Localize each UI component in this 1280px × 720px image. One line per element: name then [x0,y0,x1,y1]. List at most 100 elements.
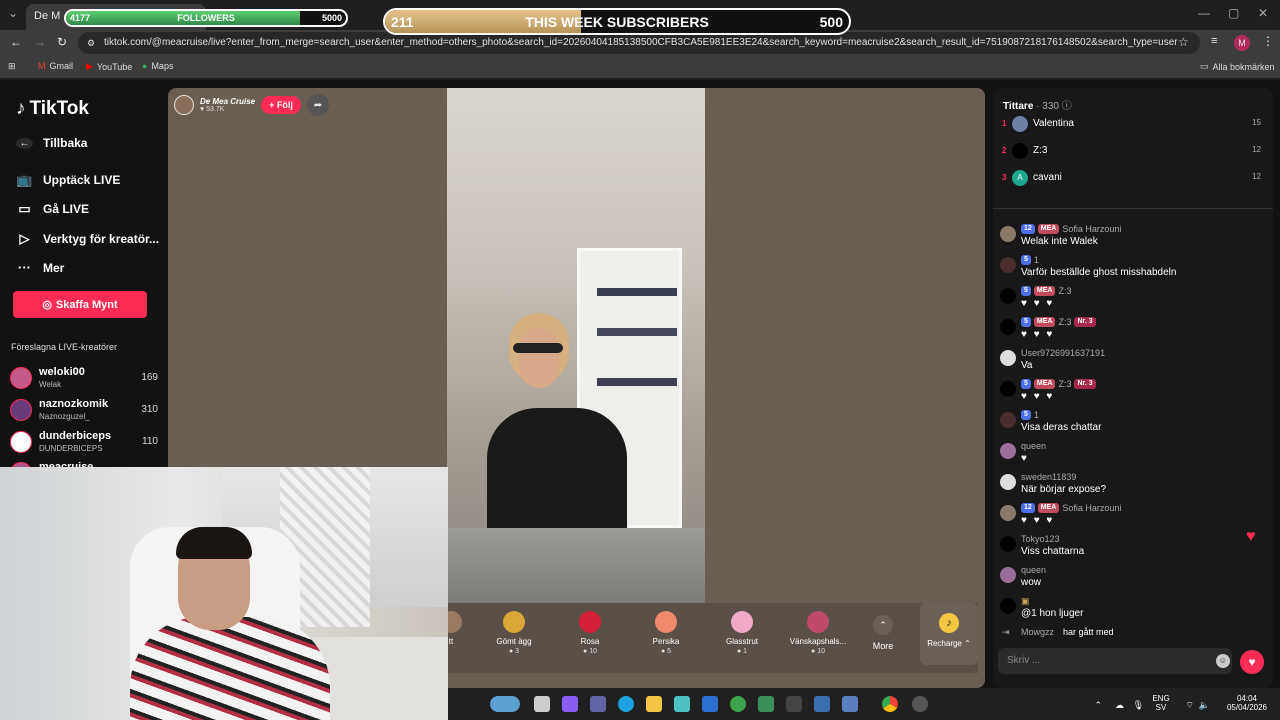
avatar[interactable] [1000,381,1016,397]
back-icon[interactable]: ← [10,35,22,49]
menu-icon[interactable]: ⋮ [1262,34,1274,48]
share-icon[interactable]: ➦ [306,94,329,116]
photos-icon[interactable] [814,696,830,712]
avatar[interactable] [1000,350,1016,366]
profile-avatar[interactable]: M [1234,35,1250,51]
reload-icon[interactable]: ↻ [57,35,67,49]
teams-icon[interactable] [590,696,606,712]
app-icon[interactable] [758,696,774,712]
tiktok-logo[interactable]: ♪ TikTok [16,98,89,120]
bookmark-star-icon[interactable]: ☆ [1178,35,1189,49]
language-indicator[interactable]: ENG SV [1150,694,1172,712]
avatar[interactable] [1000,412,1016,428]
bookmark-gmail[interactable]: M Gmail [38,61,73,71]
avatar[interactable] [1000,288,1016,304]
reading-list-icon[interactable]: ≡ [1211,35,1217,47]
back-arrow-icon: ← [16,137,33,149]
follow-button[interactable]: + Följ [261,96,301,114]
chat-username[interactable]: User9726991637191 [1021,348,1105,358]
gift-item[interactable]: Rosa ● 10 [557,611,623,655]
creator-item[interactable]: dunderbiceps DUNDERBICEPS 110 [10,429,160,457]
chat-username[interactable]: Mowgzz [1021,627,1054,637]
nav-more[interactable]: ··· Mer [16,260,64,275]
forward-icon[interactable]: → [34,35,46,49]
close-window-icon[interactable]: ✕ [1258,6,1268,20]
weather-widget-icon[interactable] [490,696,520,712]
volume-icon[interactable]: 🔈 [1199,700,1210,711]
security-icon[interactable] [730,696,746,712]
more-gifts-button[interactable]: ⌃ More [868,615,898,651]
chat-username[interactable]: 1 [1034,410,1039,420]
cloud-icon[interactable]: ☁ [1115,700,1124,711]
copilot-icon[interactable] [562,696,578,712]
avatar[interactable] [1000,226,1016,242]
all-bookmarks[interactable]: ▭ Alla bokmärken [1200,61,1275,72]
minimize-icon[interactable]: — [1198,6,1210,20]
chat-username[interactable]: queen [1021,441,1046,451]
chat-username[interactable]: Sofia Harzouni [1062,224,1121,234]
top-viewer-row[interactable]: 3 A cavani 12 [993,167,1273,191]
stream-video[interactable] [447,88,705,603]
like-heart-button[interactable]: ♥ [1240,650,1264,674]
clock[interactable]: 04:04 05/04/2026 [1222,694,1272,712]
chat-username[interactable]: Sofia Harzouni [1062,503,1121,513]
mail-icon[interactable] [702,696,718,712]
avatar[interactable] [1000,474,1016,490]
chat-input[interactable]: Skriv ... ☺ [998,648,1232,674]
info-icon[interactable]: ⓘ [1062,101,1072,112]
creator-item[interactable]: weloki00 Welak 169 [10,365,160,393]
app-icon[interactable] [842,696,858,712]
chat-username[interactable]: Tokyo123 [1021,534,1060,544]
chat-username[interactable]: Z:3 [1058,317,1071,327]
wifi-icon[interactable]: ⌔ [1186,700,1194,711]
bookmark-maps[interactable]: ● Maps [142,61,173,71]
host-avatar[interactable] [174,95,194,115]
avatar[interactable] [1000,536,1016,552]
bookmark-youtube[interactable]: ▶ YouTube [86,61,132,72]
obs-icon[interactable] [912,696,928,712]
chat-username[interactable]: Z:3 [1058,286,1071,296]
chat-username[interactable]: queen [1021,565,1046,575]
nav-explore-live[interactable]: 📺 Upptäck LIVE [16,172,120,188]
nav-go-live[interactable]: ▭ Gå LIVE [16,201,89,217]
avatar[interactable] [1000,443,1016,459]
emoji-icon[interactable]: ☺ [1216,654,1230,668]
address-bar[interactable]: ⚙ tiktok.com/@meacruise/live?enter_from_… [78,32,1200,54]
avatar[interactable] [1000,505,1016,521]
back-link[interactable]: ← Tillbaka [16,136,87,150]
chat-username[interactable]: Z:3 [1058,379,1071,389]
top-viewer-row[interactable]: 2 Z:3 12 [993,140,1273,164]
tab-search-icon[interactable]: ⌄ [8,6,18,20]
chrome-icon[interactable] [882,696,898,712]
chat-username[interactable]: sweden11839 [1021,472,1076,482]
bookmarks-bar: ⊞ M Gmail ▶ YouTube ● Maps ▭ Alla bokmärken [0,56,1280,78]
avatar[interactable] [1000,257,1016,273]
avatar[interactable] [1000,567,1016,583]
app-icon[interactable] [786,696,802,712]
bookshelf-items [597,328,677,336]
avatar[interactable] [1000,319,1016,335]
gift-item[interactable]: Persika ● 5 [633,611,699,655]
gift-item[interactable]: Gömt ägg ● 3 [481,611,547,655]
nav-creator-tools[interactable]: ▷ Verktyg för kreatör... [16,231,160,247]
chevron-up-icon[interactable]: ⌃ [1094,700,1102,711]
gift-item[interactable]: Vänskapshals... ● 10 [785,611,851,655]
chat-username[interactable]: 1 [1034,255,1039,265]
gmail-icon: M [38,61,46,71]
store-icon[interactable] [674,696,690,712]
site-info-icon[interactable]: ⚙ [87,32,95,54]
recharge-button[interactable]: ♪ Recharge ⌃ [920,603,978,665]
get-coins-button[interactable]: ◎ Skaffa Mynt [13,291,147,318]
task-view-icon[interactable] [534,696,550,712]
creator-item[interactable]: naznozkomik Naznozguzel_ 310 [10,397,160,425]
apps-icon[interactable]: ⊞ [8,61,16,72]
maximize-icon[interactable]: ▢ [1228,6,1239,20]
edge-icon[interactable] [618,696,634,712]
top-viewer-row[interactable]: 1 Valentina 15 [993,113,1273,137]
floating-heart-icon: ♥ [1246,528,1256,545]
file-explorer-icon[interactable] [646,696,662,712]
microphone-icon[interactable]: 🎙 [1133,700,1144,711]
avatar[interactable] [1000,598,1016,614]
gift-item[interactable]: Glasstrut ● 1 [709,611,775,655]
host-name[interactable]: De Mea Cruise [200,97,255,106]
